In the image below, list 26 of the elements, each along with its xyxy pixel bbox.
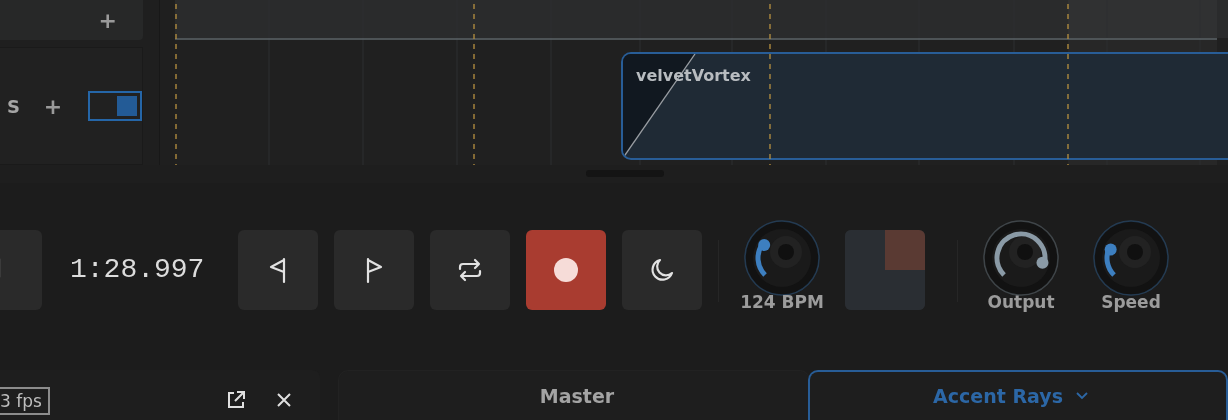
knob-dot [758,238,771,251]
toggle[interactable] [88,91,142,121]
night-button[interactable] [622,229,702,310]
time-display: 1:28.997 [70,254,206,286]
knob-label: Output [987,291,1055,312]
knob-dot [1104,243,1117,256]
knob-label: Speed [1101,291,1161,312]
close-icon [275,391,293,409]
fps-label: 3 fps [0,387,50,415]
solo-button[interactable]: S [7,95,44,117]
pad[interactable] [885,229,925,270]
add-button[interactable]: + [98,7,117,33]
knob-dot [1036,256,1049,269]
record-icon [554,257,578,282]
flag-icon [268,255,288,284]
loop-button[interactable] [430,229,510,310]
mixer-tab[interactable]: Master [338,370,810,420]
chevron-down-icon [1074,391,1089,401]
flag-icon [364,255,384,284]
record-button[interactable] [526,229,606,310]
marker-right-button[interactable] [334,229,414,310]
add-button[interactable]: + [43,93,63,119]
external-link-icon [225,389,247,411]
knob-label: 124 BPM [740,291,824,312]
marker-left-button[interactable] [238,229,318,310]
moon-icon [649,256,675,283]
